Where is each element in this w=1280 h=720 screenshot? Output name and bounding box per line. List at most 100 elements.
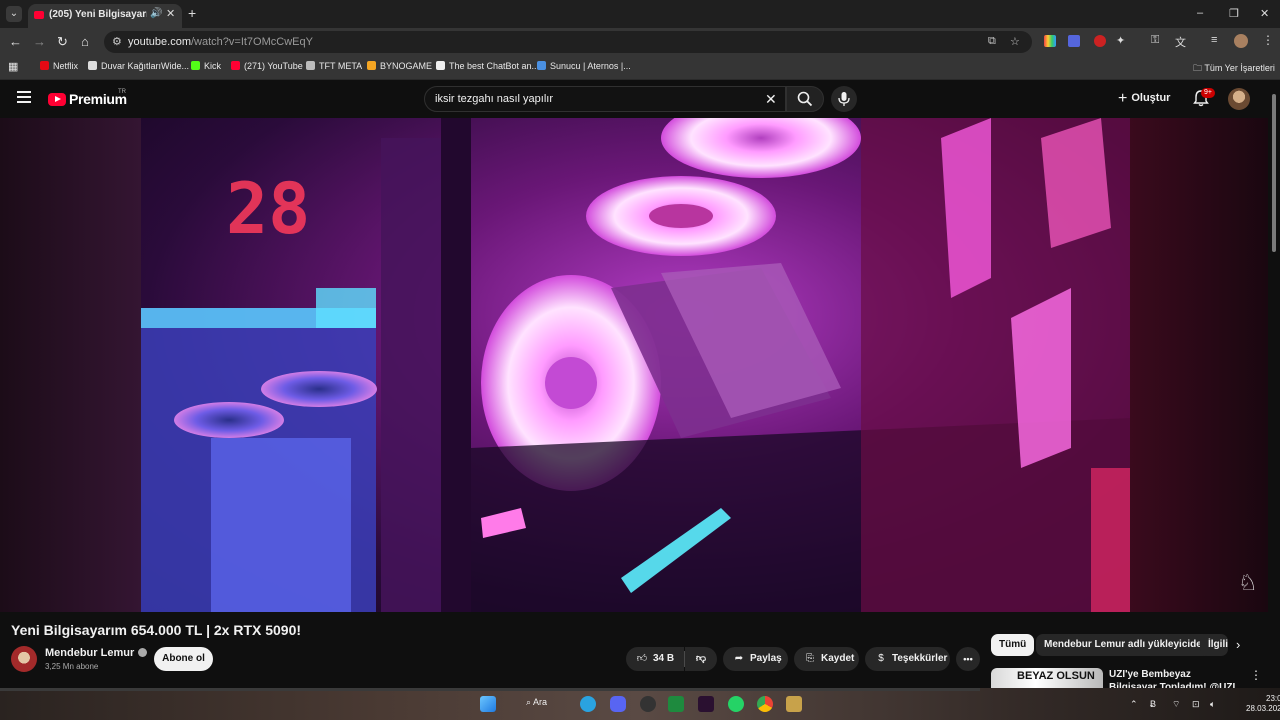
bookmark-favicon-icon — [367, 61, 376, 70]
clear-search-icon[interactable]: ✕ — [765, 91, 777, 108]
translate-icon[interactable]: 文 — [1175, 34, 1187, 49]
bookmarks-bar: ▦ Netflix Duvar KağıtlarıWide... Kick (271)… — [0, 56, 1280, 80]
new-tab-button[interactable]: + — [188, 5, 196, 21]
chip-related[interactable]: İlgili — [1200, 634, 1228, 656]
windows-start-icon[interactable] — [480, 696, 496, 712]
app-green-icon[interactable] — [668, 696, 684, 712]
youtube-favicon-icon — [34, 11, 44, 19]
window-maximize-button[interactable]: ❐ — [1229, 7, 1239, 20]
whatsapp-icon[interactable] — [728, 696, 744, 712]
page-scrollbar[interactable] — [1268, 80, 1280, 688]
password-key-icon[interactable]: ⚿ — [1151, 34, 1163, 46]
back-arrow-icon[interactable]: ← — [9, 34, 22, 49]
steam-icon[interactable] — [640, 696, 656, 712]
tray-app-icon[interactable]: Ƀ — [1150, 699, 1156, 709]
channel-name-link[interactable]: Mendebur Lemur — [45, 647, 148, 659]
scrollbar-thumb[interactable] — [1272, 94, 1276, 252]
extension-record-icon[interactable] — [1094, 35, 1106, 47]
extension-shield-icon[interactable] — [1068, 35, 1080, 47]
account-avatar[interactable] — [1228, 88, 1250, 110]
bookmark-label: Duvar KağıtlarıWide... — [101, 61, 190, 71]
wifi-icon[interactable]: ⌔ — [1172, 699, 1180, 710]
channel-avatar[interactable] — [11, 646, 37, 672]
thanks-button[interactable]: $ Teşekkürler — [865, 647, 950, 671]
extension-color-icon[interactable] — [1044, 35, 1056, 47]
recommendation-thumbnail[interactable]: BEYAZ OLSUN — [991, 668, 1103, 688]
save-button[interactable]: ⎘ Kaydet — [794, 647, 859, 671]
bookmark-item[interactable]: Sunucu | Aternos |... — [537, 61, 631, 71]
bookmark-item[interactable]: BYNOGAME — [367, 61, 432, 71]
browser-tab[interactable]: (205) Yeni Bilgisayarım 654.000 TL 🔊 ✕ — [28, 4, 182, 28]
windows-taskbar: ⌕ Ara ⌃ Ƀ ⌔ ⊡ 🔈︎ 23:0728.03.2025 — [0, 688, 1280, 720]
more-actions-button[interactable]: ••• — [956, 647, 980, 671]
search-icon: ⌕ — [526, 697, 534, 707]
search-input[interactable]: iksir tezgahı nasıl yapılır ✕ — [424, 86, 786, 112]
site-info-icon[interactable]: ⚙ — [112, 35, 122, 48]
video-player[interactable]: 28 ♘ — [0, 118, 1268, 612]
all-bookmarks-folder[interactable]: 🗀 Tüm Yer İşaretleri — [1193, 61, 1275, 77]
thumbs-up-icon: 👍︎ — [636, 653, 648, 664]
share-button[interactable]: ➦ Paylaş — [723, 647, 788, 671]
reload-icon[interactable]: ↻ — [57, 34, 68, 50]
subscribe-button[interactable]: Abone ol — [154, 647, 213, 671]
address-bar[interactable]: ⚙ youtube.com/watch?v=It7OMcCwEqY ⧉ ☆ — [104, 31, 1032, 53]
search-button[interactable] — [786, 86, 824, 112]
recommendation-title[interactable]: UZI'ye Bembeyaz Bilgisayar Topladım! @UZ… — [1109, 668, 1239, 688]
home-icon[interactable]: ⌂ — [81, 34, 89, 49]
network-icon[interactable]: ⊡ — [1192, 699, 1200, 710]
bookmark-favicon-icon — [88, 61, 97, 70]
recommendation-menu-icon[interactable]: ⋮ — [1250, 668, 1262, 682]
subscriber-count: 3,25 Mn abone — [45, 662, 99, 671]
volume-icon[interactable]: 🔈︎ — [1210, 699, 1215, 710]
dislike-button[interactable]: 👎︎ — [685, 647, 717, 671]
tab-search-button[interactable]: ⌄ — [6, 6, 22, 22]
save-label: Kaydet — [821, 653, 855, 664]
search-query[interactable]: iksir tezgahı nasıl yapılır — [435, 93, 553, 105]
window-close-button[interactable]: ✕ — [1260, 7, 1269, 20]
bookmark-item[interactable]: Duvar KağıtlarıWide... — [88, 61, 189, 71]
forward-arrow-icon[interactable]: → — [33, 34, 46, 49]
chrome-icon[interactable] — [757, 696, 773, 712]
chip-uploader[interactable]: Mendebur Lemur adlı yükleyiciden — [1036, 634, 1216, 656]
bookmark-item[interactable]: Netflix — [40, 61, 78, 71]
browser-menu-icon[interactable]: ⋮ — [1262, 33, 1274, 47]
folder-icon: 🗀 — [1193, 63, 1205, 73]
bookmark-label: Sunucu | Aternos |... — [550, 61, 631, 71]
bookmark-icon: ⎘ — [806, 653, 814, 664]
youtube-logo-icon[interactable] — [48, 93, 66, 106]
video-frame[interactable]: 28 — [141, 118, 1130, 612]
bookmark-item[interactable]: Kick — [191, 61, 221, 71]
thanks-label: Teşekkürler — [892, 653, 948, 664]
league-icon[interactable] — [786, 696, 802, 712]
chip-all[interactable]: Tümü — [991, 634, 1035, 656]
bookmark-item[interactable]: (271) YouTube — [231, 61, 303, 71]
tray-expand-icon[interactable]: ⌃ — [1130, 699, 1138, 710]
audio-playing-icon[interactable]: 🔊 — [150, 8, 162, 19]
media-control-icon[interactable]: ≡ — [1211, 34, 1223, 46]
search-icon — [797, 91, 813, 107]
tab-close-icon[interactable]: ✕ — [166, 7, 175, 20]
bookmark-favicon-icon — [191, 61, 200, 70]
apps-grid-icon[interactable]: ▦ — [8, 60, 18, 73]
taskbar-clock[interactable]: 23:0728.03.2025 — [1246, 694, 1280, 714]
like-button[interactable]: 👍︎ 34 B — [626, 647, 684, 671]
url-text[interactable]: youtube.com/watch?v=It7OMcCwEqY — [128, 36, 313, 48]
taskbar-search[interactable]: ⌕ Ara — [526, 697, 547, 708]
extensions-puzzle-icon[interactable]: ✦ — [1116, 34, 1128, 47]
country-code: TR — [118, 89, 126, 95]
install-app-icon[interactable]: ⧉ — [988, 35, 996, 48]
bookmark-item[interactable]: TFT META — [306, 61, 362, 71]
voice-search-button[interactable] — [831, 86, 857, 112]
create-button[interactable]: + Oluştur — [1118, 90, 1170, 108]
menu-hamburger-icon[interactable] — [17, 91, 31, 103]
discord-icon[interactable] — [610, 696, 626, 712]
telegram-icon[interactable] — [580, 696, 596, 712]
youtube-header: Premium TR iksir tezgahı nasıl yapılır ✕… — [0, 80, 1280, 118]
profile-avatar[interactable] — [1234, 34, 1248, 48]
bookmark-star-icon[interactable]: ☆ — [1010, 35, 1020, 48]
bookmark-item[interactable]: The best ChatBot an... — [436, 61, 539, 71]
chevron-right-icon[interactable]: › — [1236, 637, 1240, 652]
app-purple-icon[interactable] — [698, 696, 714, 712]
window-minimize-button[interactable]: – — [1197, 7, 1203, 19]
video-scene-graphic: 28 — [141, 118, 1130, 612]
